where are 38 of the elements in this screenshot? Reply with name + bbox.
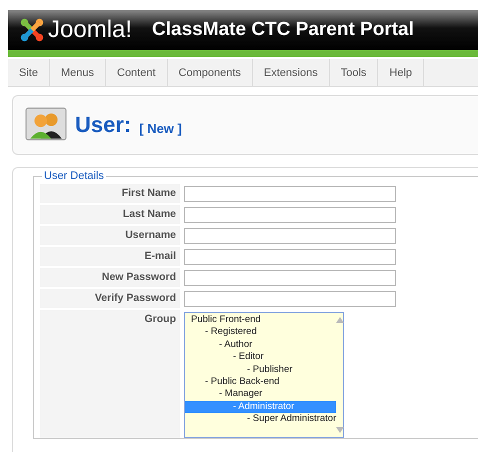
field-label: New Password [40, 268, 180, 287]
field-label: Username [40, 226, 180, 245]
menu-item[interactable]: Tools [330, 59, 378, 86]
group-option[interactable]: - Author [185, 338, 336, 352]
scroll-up-icon[interactable] [336, 317, 344, 323]
menu-item[interactable]: Content [106, 59, 168, 86]
logo-text: Joomla! [48, 16, 132, 44]
field-label: First Name [40, 184, 180, 203]
input-field[interactable] [184, 248, 396, 264]
group-option[interactable]: - Publisher [185, 364, 336, 376]
page-subtitle: [ New ] [139, 120, 182, 136]
field-label: Last Name [40, 205, 180, 224]
input-field[interactable] [184, 206, 396, 222]
menu-item[interactable]: Site [8, 59, 50, 86]
group-option[interactable]: - Manager [185, 388, 336, 401]
field-label: Verify Password [40, 289, 180, 308]
input-field[interactable] [184, 290, 396, 306]
group-listbox[interactable]: Public Front-end - Registered - Author - Editor - Publisher - Public Back-end - Manager - Administrator - Super Administrator [184, 312, 344, 438]
menu-item[interactable]: Help [378, 59, 424, 86]
group-option[interactable]: - Super Administrator [185, 413, 336, 426]
users-icon [25, 107, 67, 143]
field-label: Group [40, 310, 180, 438]
group-option[interactable]: - Editor [185, 351, 336, 364]
input-field[interactable] [184, 186, 396, 202]
input-field[interactable] [184, 270, 396, 286]
fieldset-legend: User Details [42, 170, 106, 182]
group-option[interactable]: - Public Back-end [185, 376, 336, 388]
menu-item[interactable]: Extensions [252, 59, 330, 86]
scroll-down-icon[interactable] [336, 427, 344, 433]
group-option[interactable]: Public Front-end [185, 314, 336, 326]
menu-item[interactable]: Components [168, 59, 253, 86]
field-label: E-mail [40, 247, 180, 266]
page-title: User: [75, 112, 132, 138]
input-field[interactable] [184, 228, 396, 244]
joomla-logo-icon [18, 16, 46, 44]
menu-item[interactable]: Menus [50, 59, 106, 86]
group-option[interactable]: - Registered [185, 326, 336, 339]
site-title: ClassMate CTC Parent Portal [152, 19, 414, 41]
